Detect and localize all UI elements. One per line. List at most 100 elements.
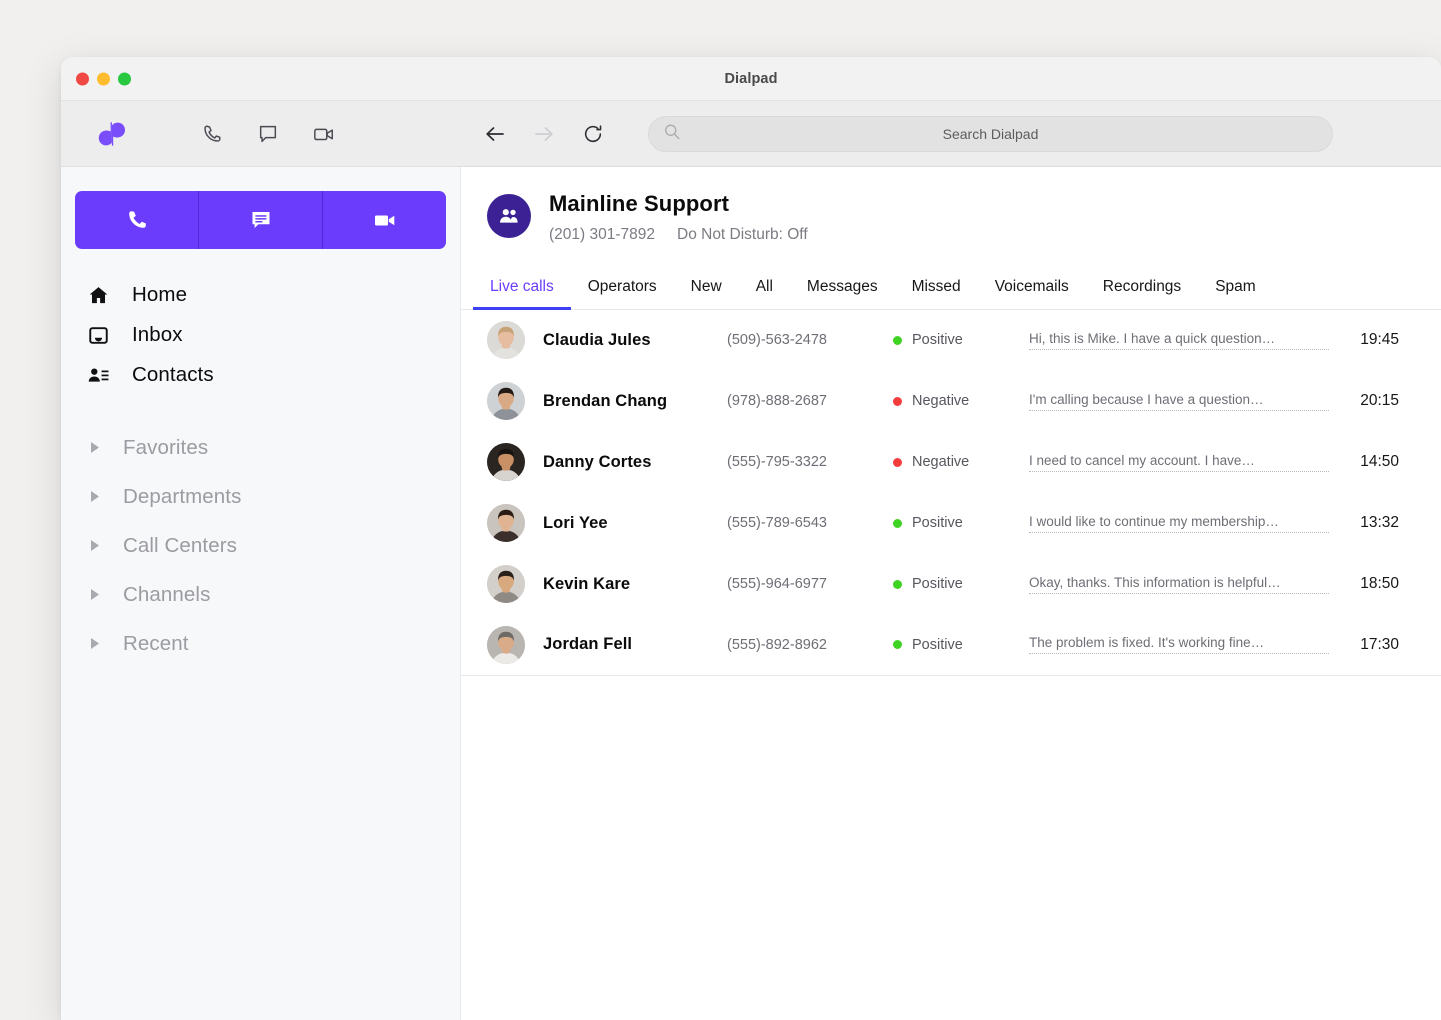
message-action-button[interactable]: [199, 191, 323, 249]
sidebar-item-home[interactable]: Home: [61, 275, 460, 315]
caller-name: Brendan Chang: [543, 392, 727, 411]
call-time: 20:15: [1360, 392, 1399, 410]
status-badge: Positive: [893, 637, 1029, 653]
window-title: Dialpad: [61, 71, 1441, 87]
title-bar: Dialpad: [61, 57, 1441, 101]
avatar: [487, 321, 525, 359]
caller-phone: (555)-789-6543: [727, 515, 893, 531]
table-row[interactable]: Lori Yee(555)-789-6543PositiveI would li…: [461, 493, 1441, 554]
avatar: [487, 443, 525, 481]
table-row[interactable]: Brendan Chang(978)-888-2687 Negative I'm c…: [461, 371, 1441, 432]
sentiment-label: Negative: [912, 393, 969, 409]
call-transcript[interactable]: I would like to continue my membership…: [1029, 514, 1329, 533]
caret-right-icon: [89, 588, 109, 601]
tab-new[interactable]: New: [674, 270, 739, 309]
sidebar-group-departments[interactable]: Departments: [61, 472, 460, 521]
do-not-disturb-status: Do Not Disturb: Off: [677, 226, 808, 244]
contact-header-text: Mainline Support (201) 301-7892 Do Not D…: [549, 190, 808, 244]
status-badge: Negative: [893, 454, 1029, 470]
table-row[interactable]: Claudia Jules(509)-563-2478PositiveHi, t…: [461, 310, 1441, 371]
status-badge: Negative: [893, 393, 1029, 409]
sidebar-item-label: Home: [132, 283, 187, 307]
call-transcript[interactable]: I'm calling because I have a question…: [1029, 392, 1329, 411]
sentiment-dot: [893, 580, 902, 589]
tab-bar: Live calls Operators New All Messages Mi…: [461, 270, 1441, 310]
sidebar-group-recent[interactable]: Recent: [61, 619, 460, 668]
caret-right-icon: [89, 490, 109, 503]
caller-phone: (555)-892-8962: [727, 637, 893, 653]
sidebar-group-favorites[interactable]: Favorites: [61, 423, 460, 472]
caller-name: Lori Yee: [543, 514, 727, 533]
sidebar-groups: Favorites Departments Call Centers: [61, 423, 460, 668]
sentiment-label: Positive: [912, 637, 963, 653]
sidebar-nav: Home Inbox: [61, 275, 460, 395]
sidebar-action-row: [75, 191, 446, 249]
back-arrow-icon[interactable]: [482, 121, 508, 147]
dialpad-logo-icon: [95, 119, 129, 149]
forward-arrow-icon: [531, 121, 557, 147]
call-action-button[interactable]: [75, 191, 199, 249]
call-transcript[interactable]: I need to cancel my account. I have…: [1029, 453, 1329, 472]
tab-operators[interactable]: Operators: [571, 270, 674, 309]
caller-phone: (555)-964-6977: [727, 576, 893, 592]
sidebar-group-channels[interactable]: Channels: [61, 570, 460, 619]
traffic-lights: [76, 72, 131, 85]
call-transcript[interactable]: Okay, thanks. This information is helpfu…: [1029, 575, 1329, 594]
phone-icon[interactable]: [199, 121, 225, 147]
body: Home Inbox: [61, 167, 1441, 1020]
status-badge: Positive: [893, 332, 1029, 348]
home-icon: [87, 284, 113, 307]
caller-phone: (509)-563-2478: [727, 332, 893, 348]
minimize-window-button[interactable]: [97, 72, 110, 85]
maximize-window-button[interactable]: [118, 72, 131, 85]
page-title: Mainline Support: [549, 190, 808, 218]
table-row[interactable]: Danny Cortes(555)-795-3322NegativeI need…: [461, 432, 1441, 493]
sidebar-group-call-centers[interactable]: Call Centers: [61, 521, 460, 570]
tab-spam[interactable]: Spam: [1198, 270, 1273, 309]
tab-voicemails[interactable]: Voicemails: [978, 270, 1086, 309]
sidebar-item-contacts[interactable]: Contacts: [61, 355, 460, 395]
sentiment-dot: [893, 397, 902, 406]
message-icon[interactable]: [255, 121, 281, 147]
avatar: [487, 565, 525, 603]
close-window-button[interactable]: [76, 72, 89, 85]
call-time: 17:30: [1360, 636, 1399, 654]
toolbar: Search Dialpad: [61, 101, 1441, 167]
tab-live-calls[interactable]: Live calls: [473, 270, 571, 309]
reload-icon[interactable]: [580, 121, 606, 147]
caller-phone: (555)-795-3322: [727, 454, 893, 470]
call-time: 14:50: [1360, 453, 1399, 471]
sidebar-group-label: Channels: [123, 583, 210, 607]
search-input[interactable]: Search Dialpad: [648, 116, 1333, 152]
caller-name: Danny Cortes: [543, 453, 727, 472]
call-transcript[interactable]: Hi, this is Mike. I have a quick questio…: [1029, 331, 1329, 350]
contact-header: Mainline Support (201) 301-7892 Do Not D…: [461, 167, 1441, 244]
table-row[interactable]: Jordan Fell(555)-892-8962 Positive The pro…: [461, 615, 1441, 676]
sentiment-dot: [893, 640, 902, 649]
avatar: [487, 382, 525, 420]
app-window: Dialpad: [61, 57, 1441, 1020]
avatar: [487, 626, 525, 664]
video-action-button[interactable]: [323, 191, 446, 249]
tab-recordings[interactable]: Recordings: [1086, 270, 1198, 309]
caret-right-icon: [89, 441, 109, 454]
sentiment-dot: [893, 336, 902, 345]
sentiment-dot: [893, 519, 902, 528]
table-row[interactable]: Kevin Kare(555)-964-6977PositiveOkay, th…: [461, 554, 1441, 615]
caller-name: Jordan Fell: [543, 635, 727, 654]
avatar: [487, 504, 525, 542]
sidebar-item-inbox[interactable]: Inbox: [61, 315, 460, 355]
contact-phone: (201) 301-7892: [549, 226, 655, 244]
search-icon: [663, 122, 681, 145]
caller-phone: (978)-888-2687: [727, 393, 893, 409]
sidebar-group-label: Departments: [123, 485, 241, 509]
call-time: 13:32: [1360, 514, 1399, 532]
contacts-icon: [87, 364, 113, 387]
sidebar-item-label: Contacts: [132, 363, 214, 387]
video-icon[interactable]: [311, 121, 337, 147]
tab-all[interactable]: All: [739, 270, 790, 309]
tab-missed[interactable]: Missed: [895, 270, 978, 309]
call-transcript[interactable]: The problem is fixed. It's working fine…: [1029, 635, 1329, 654]
tab-messages[interactable]: Messages: [790, 270, 895, 309]
caller-name: Kevin Kare: [543, 575, 727, 594]
